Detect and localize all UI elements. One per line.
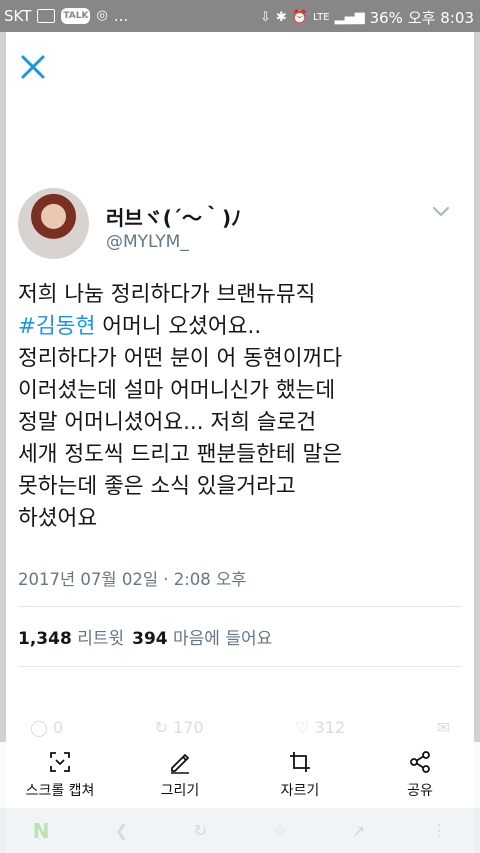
talk-icon: TALK bbox=[61, 8, 91, 24]
like-stat[interactable]: 394 마음에 들어요 bbox=[132, 624, 272, 649]
share-label: 공유 bbox=[407, 783, 433, 799]
carrier-label: SKT bbox=[4, 7, 32, 25]
more-notifications: ... bbox=[113, 7, 129, 25]
retweet-label: 리트윗 bbox=[77, 629, 125, 649]
bluetooth-icon: ✱ bbox=[275, 9, 287, 25]
tweet-line: 저희 나눔 정리하다가 브랜뉴뮤직 bbox=[18, 282, 316, 307]
sync-icon: ◎ bbox=[96, 8, 108, 23]
avatar[interactable] bbox=[18, 188, 89, 259]
tweet-stats: 1,348 리트윗 394 마음에 들어요 bbox=[18, 624, 272, 649]
tweet-line: 하셨어요 bbox=[18, 506, 98, 531]
crop-label: 자르기 bbox=[280, 783, 320, 799]
tweet-line: 정말 어머니셨어요... 저희 슬로건 bbox=[18, 410, 317, 435]
app-icon[interactable]: N bbox=[33, 819, 50, 843]
menu-icon[interactable]: ⋮ bbox=[431, 821, 447, 840]
chevron-down-icon bbox=[432, 206, 450, 217]
clock: 오후 8:03 bbox=[407, 9, 474, 27]
tweet-line: 못하는데 좋은 소식 있을거라고 bbox=[18, 474, 296, 499]
crop-icon bbox=[290, 752, 310, 772]
share-icon bbox=[410, 751, 430, 773]
message-button[interactable]: ✉ bbox=[437, 718, 450, 737]
star-icon[interactable]: ☆ bbox=[273, 821, 287, 840]
share-nav-icon[interactable]: ➚ bbox=[352, 821, 365, 840]
like-action-count: 312 bbox=[314, 718, 346, 737]
tweet-action-row: ◯ 0 ↻ 170 ♡ 312 ✉ bbox=[30, 718, 450, 737]
download-icon: ⇩ bbox=[259, 9, 271, 25]
signal-icon: ▂▄▆ bbox=[334, 9, 365, 25]
alarm-icon: ⏰ bbox=[291, 9, 308, 25]
refresh-icon[interactable]: ↻ bbox=[194, 821, 207, 840]
tweet-timestamp: 2017년 07월 02일 · 2:08 오후 bbox=[18, 570, 247, 589]
close-button[interactable] bbox=[19, 53, 47, 81]
divider bbox=[18, 666, 462, 667]
scroll-capture-button[interactable]: 스크롤 캡쳐 bbox=[0, 742, 120, 808]
status-bar: SKT TALK ◎ ... ⇩ ✱ ⏰ LTE ▂▄▆ 36% 오후 8:03 bbox=[0, 0, 480, 32]
scroll-capture-label: 스크롤 캡쳐 bbox=[25, 783, 95, 799]
reply-count: 0 bbox=[53, 718, 64, 737]
hashtag-link[interactable]: #김동현 bbox=[18, 314, 95, 339]
scroll-capture-icon bbox=[50, 752, 70, 772]
lte-label: LTE bbox=[312, 11, 330, 23]
battery-level: 36% bbox=[369, 8, 403, 27]
crop-button[interactable]: 자르기 bbox=[240, 742, 360, 808]
draw-label: 그리기 bbox=[160, 783, 200, 799]
display-name[interactable]: 러브ヾ(´〜｀)ﾉ bbox=[106, 202, 241, 231]
close-icon bbox=[21, 55, 45, 79]
system-nav-bar: N ❮ ↻ ☆ ➚ ⋮ bbox=[0, 808, 480, 853]
tweet-line: #김동현 어머니 오셨어요.. bbox=[18, 311, 468, 343]
more-options-button[interactable] bbox=[430, 202, 452, 222]
tweet-line: 이러셨는데 설마 어머니신가 했는데 bbox=[18, 378, 336, 403]
like-button[interactable]: ♡ 312 bbox=[295, 718, 345, 737]
retweet-count: 1,348 bbox=[18, 629, 72, 649]
tweet-text: 저희 나눔 정리하다가 브랜뉴뮤직 #김동현 어머니 오셨어요.. 정리하다가 … bbox=[18, 279, 468, 535]
retweet-button[interactable]: ↻ 170 bbox=[155, 718, 204, 737]
tweet-line: 정리하다가 어떤 분이 어 동현이꺼다 bbox=[18, 346, 343, 371]
reply-button[interactable]: ◯ 0 bbox=[30, 718, 63, 737]
screen-capture-toolbar: 스크롤 캡쳐 그리기 자르기 공유 bbox=[0, 742, 480, 808]
back-icon[interactable]: ❮ bbox=[115, 821, 128, 840]
draw-button[interactable]: 그리기 bbox=[120, 742, 240, 808]
tweet-line: 세개 정도씩 드리고 팬분들한테 말은 bbox=[18, 442, 343, 467]
pencil-icon bbox=[171, 754, 189, 774]
tweet-line-text: 어머니 오셨어요.. bbox=[95, 314, 262, 339]
retweet-action-count: 170 bbox=[173, 718, 204, 737]
gallery-icon bbox=[37, 9, 56, 23]
like-label: 마음에 들어요 bbox=[173, 629, 273, 649]
share-button[interactable]: 공유 bbox=[360, 742, 480, 808]
divider bbox=[18, 606, 462, 607]
user-handle[interactable]: @MYLYM_ bbox=[106, 232, 189, 252]
like-count: 394 bbox=[132, 629, 168, 649]
retweet-stat[interactable]: 1,348 리트윗 bbox=[18, 624, 124, 649]
